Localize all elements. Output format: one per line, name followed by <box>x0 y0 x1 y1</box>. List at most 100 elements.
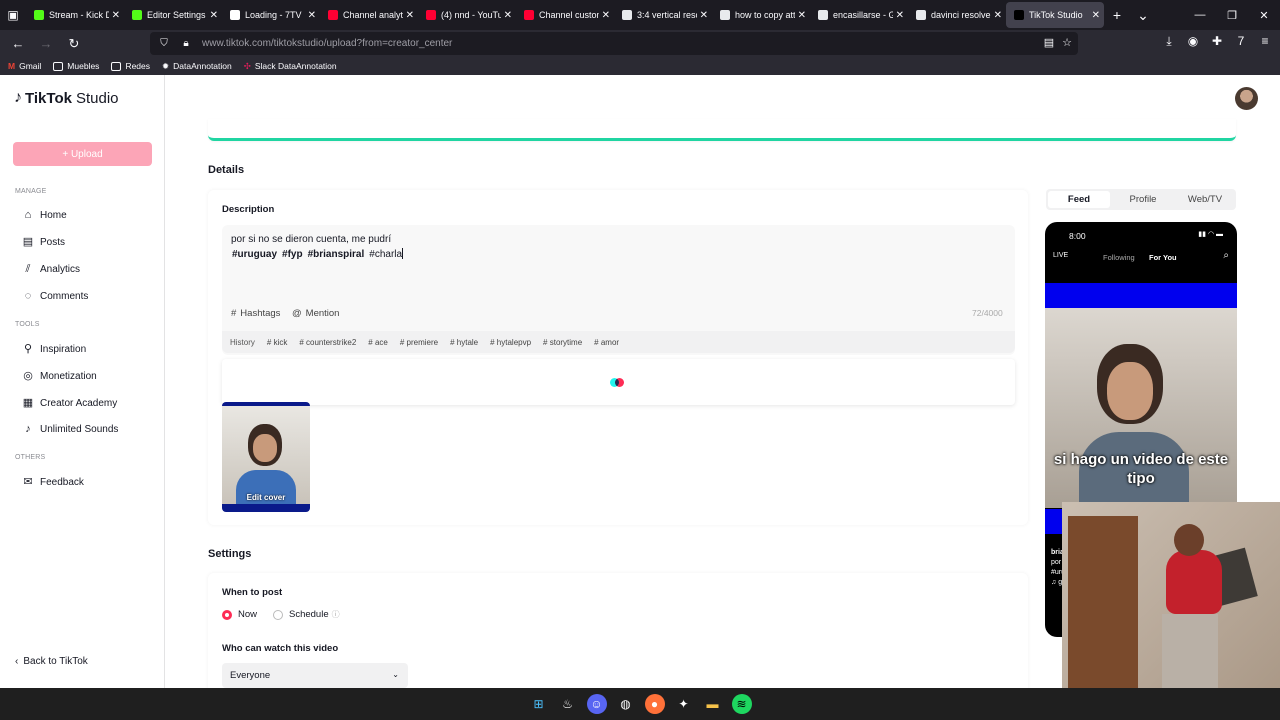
info-icon[interactable]: ⓘ <box>332 609 340 620</box>
sidebar-item-creator-academy[interactable]: ▦ Creator Academy <box>22 397 117 409</box>
tracking-shield-icon[interactable]: ⛉ <box>156 38 172 49</box>
browser-tab[interactable]: Loading - 7TV ✕ <box>222 2 320 28</box>
who-can-watch-select[interactable]: Everyone ⌄ <box>222 663 408 688</box>
history-hashtag[interactable]: # storytime <box>543 338 582 347</box>
description-label: Description <box>222 204 275 215</box>
bookmark-slack[interactable]: ✣ Slack DataAnnotation <box>244 61 337 72</box>
close-window-icon[interactable]: ✕ <box>1248 0 1280 30</box>
browser-tab[interactable]: how to copy attr ✕ <box>712 2 810 28</box>
new-tab-button[interactable]: + <box>1104 7 1130 23</box>
top-bar <box>165 75 1280 119</box>
close-tab-icon[interactable]: ✕ <box>504 10 512 21</box>
history-hashtag[interactable]: # hytalepvp <box>490 338 531 347</box>
bookmark-muebles[interactable]: Muebles <box>53 61 99 71</box>
tiktok-studio-logo[interactable]: ♪ TikTok Studio <box>14 89 119 107</box>
close-tab-icon[interactable]: ✕ <box>308 10 316 21</box>
tab-title: Channel custom <box>539 10 599 20</box>
steam-icon[interactable]: ♨ <box>558 694 578 714</box>
close-tab-icon[interactable]: ✕ <box>1092 10 1100 21</box>
close-tab-icon[interactable]: ✕ <box>602 10 610 21</box>
browser-tab[interactable]: Channel analytic✕ <box>320 2 418 28</box>
browser-tab[interactable]: Stream - Kick Da✕ <box>26 2 124 28</box>
list-all-tabs-button[interactable]: ⌄ <box>1130 7 1156 24</box>
extension-7tv-icon[interactable]: 7 <box>1232 34 1250 49</box>
browser-tab[interactable]: Editor Settings - ✕ <box>124 2 222 28</box>
back-to-tiktok-link[interactable]: ‹ Back to TikTok <box>15 656 88 667</box>
close-tab-icon[interactable]: ✕ <box>112 10 120 21</box>
spotify-icon[interactable]: ≋ <box>731 694 752 714</box>
sidebar-item-feedback[interactable]: ✉ Feedback <box>22 476 84 488</box>
extensions-icon[interactable]: ✚ <box>1208 34 1226 49</box>
sidebar-item-label: Analytics <box>40 263 81 275</box>
character-counter: 72/4000 <box>972 308 1003 318</box>
history-hashtag[interactable]: # counterstrike2 <box>299 338 356 347</box>
close-tab-icon[interactable]: ✕ <box>210 10 218 21</box>
close-tab-icon[interactable]: ✕ <box>700 10 708 21</box>
academy-icon: ▦ <box>22 397 34 409</box>
history-hashtag[interactable]: # amor <box>594 338 619 347</box>
restore-icon[interactable]: ❐ <box>1216 0 1248 30</box>
mention-button[interactable]: @ Mention <box>292 308 339 319</box>
tab-profile[interactable]: Profile <box>1112 189 1174 210</box>
hashtags-button[interactable]: # Hashtags <box>231 308 280 319</box>
firefox-icon[interactable]: ● <box>644 694 665 714</box>
description-hashtags[interactable]: #uruguay #fyp #brianspiral #charla <box>232 248 404 260</box>
reload-icon[interactable]: ↻ <box>62 32 86 56</box>
discord-icon[interactable]: ☺ <box>586 694 607 714</box>
sidebar-item-monetization[interactable]: ◎ Monetization <box>22 370 97 382</box>
davinci-icon[interactable]: ✦ <box>674 694 694 714</box>
bookmark-redes[interactable]: Redes <box>111 61 150 71</box>
downloads-icon[interactable]: ⤓ <box>1160 34 1178 49</box>
minimize-icon[interactable]: — <box>1184 0 1216 30</box>
close-tab-icon[interactable]: ✕ <box>994 10 1002 21</box>
sidebar-item-analytics[interactable]: ⫽ Analytics <box>22 263 80 275</box>
obs-icon[interactable]: ◍ <box>616 694 636 714</box>
browser-tab[interactable]: 3:4 vertical resol ✕ <box>614 2 712 28</box>
close-tab-icon[interactable]: ✕ <box>798 10 806 21</box>
edit-cover-button[interactable]: Edit cover <box>222 493 310 502</box>
now-radio[interactable]: Now <box>222 609 257 620</box>
section-tools: TOOLS <box>15 321 40 328</box>
sidebar-item-label: Home <box>40 209 67 221</box>
tab-feed[interactable]: Feed <box>1048 191 1110 208</box>
bookmark-gmail[interactable]: M Gmail <box>8 61 41 71</box>
chevron-down-icon: ⌄ <box>392 670 399 679</box>
sidebar-item-posts[interactable]: ▤ Posts <box>22 236 65 248</box>
history-hashtag[interactable]: # hytale <box>450 338 478 347</box>
browser-tab[interactable]: davinci resolve n✕ <box>908 2 1006 28</box>
video-frame-part <box>1107 362 1153 420</box>
lock-icon[interactable]: 🔒︎ <box>178 38 194 49</box>
close-tab-icon[interactable]: ✕ <box>406 10 414 21</box>
bookmark-dataannotation[interactable]: ✹ DataAnnotation <box>162 61 232 72</box>
tab-overview-icon[interactable]: ▣ <box>0 0 26 30</box>
history-hashtag[interactable]: # kick <box>267 338 287 347</box>
file-explorer-icon[interactable]: ▬ <box>703 694 723 714</box>
reader-view-icon[interactable]: ▤ <box>1044 36 1054 49</box>
url-bar[interactable]: ⛉ 🔒︎ www.tiktok.com/tiktokstudio/upload?… <box>150 32 1078 55</box>
browser-tab[interactable]: Channel custom ✕ <box>516 2 614 28</box>
sidebar-item-inspiration[interactable]: ⚲ Inspiration <box>22 343 86 355</box>
browser-tab[interactable]: TikTok Studio ✕ <box>1006 2 1104 28</box>
back-arrow-icon[interactable]: ← <box>6 32 30 56</box>
video-cover-thumbnail[interactable]: Edit cover <box>222 402 310 512</box>
menu-icon[interactable]: ≡ <box>1256 34 1274 49</box>
close-tab-icon[interactable]: ✕ <box>896 10 904 21</box>
sidebar-item-comments[interactable]: ◌ Comments <box>22 290 89 302</box>
sidebar-item-home[interactable]: ⌂ Home <box>22 209 67 221</box>
tab-web-tv[interactable]: Web/TV <box>1174 189 1236 210</box>
schedule-radio[interactable]: Schedule ⓘ <box>273 609 340 620</box>
history-hashtag[interactable]: # ace <box>368 338 388 347</box>
upload-button[interactable]: + Upload <box>13 142 152 166</box>
forward-arrow-icon[interactable]: → <box>34 32 58 56</box>
sidebar-item-label: Monetization <box>40 370 97 382</box>
browser-tab[interactable]: encasillarse - Go✕ <box>810 2 908 28</box>
url-text[interactable]: www.tiktok.com/tiktokstudio/upload?from=… <box>202 38 452 49</box>
description-line-1[interactable]: por si no se dieron cuenta, me pudrí <box>231 234 391 245</box>
avatar[interactable] <box>1235 87 1258 110</box>
account-icon[interactable]: ◉ <box>1184 34 1202 49</box>
history-hashtag[interactable]: # premiere <box>400 338 438 347</box>
browser-tab[interactable]: (4) nnd - YouTub✕ <box>418 2 516 28</box>
bookmark-star-icon[interactable]: ☆ <box>1062 36 1072 49</box>
sidebar-item-unlimited-sounds[interactable]: ♪ Unlimited Sounds <box>22 423 118 435</box>
start-icon[interactable]: ⊞ <box>529 694 549 714</box>
